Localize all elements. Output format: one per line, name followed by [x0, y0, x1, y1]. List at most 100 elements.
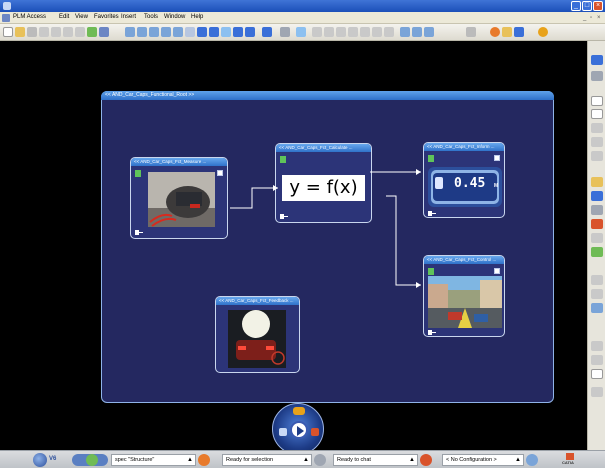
configuration-field[interactable]: < No Configuration > ▲ [442, 454, 524, 466]
folder-arrow-icon[interactable] [502, 27, 512, 37]
tree-icon[interactable] [412, 27, 422, 37]
render-style-icon[interactable] [221, 27, 231, 37]
menu-insert[interactable]: Insert [121, 14, 136, 20]
play-button[interactable] [290, 421, 308, 439]
flag-icon[interactable] [490, 27, 500, 37]
layout-icon[interactable] [262, 27, 272, 37]
swap-visible-space-icon[interactable] [245, 27, 255, 37]
menu-favorites[interactable]: Favorites [94, 14, 119, 20]
sun-icon[interactable] [538, 27, 548, 37]
flow-tool-icon[interactable] [591, 123, 603, 133]
dropdown-arrow-icon[interactable]: ▲ [409, 455, 415, 465]
chat-icon[interactable] [279, 428, 287, 436]
link-tool-icon[interactable] [591, 137, 603, 147]
note-tool-icon[interactable] [591, 369, 603, 379]
menu-plm-access[interactable]: PLM Access [13, 14, 46, 20]
rotate-icon[interactable] [149, 27, 159, 37]
update-icon[interactable] [87, 27, 97, 37]
cut-icon[interactable] [27, 27, 37, 37]
menu-help[interactable]: Help [191, 14, 203, 20]
dropdown-arrow-icon[interactable]: ▲ [303, 455, 309, 465]
instantiate-tool-icon[interactable] [591, 177, 603, 187]
menu-tools[interactable]: Tools [144, 14, 158, 20]
fit-all-icon[interactable] [125, 27, 135, 37]
expand-icon[interactable] [217, 170, 223, 176]
grid-icon[interactable] [424, 27, 434, 37]
main-toolbar [0, 24, 605, 41]
function-block-feedback[interactable]: << AND_Car_Caps_Fct_Feedback ... [215, 296, 300, 373]
port-icon[interactable] [312, 27, 322, 37]
menu-view[interactable]: View [75, 14, 88, 20]
normal-view-icon[interactable] [185, 27, 195, 37]
expand-icon[interactable] [494, 155, 500, 161]
interface-tool-icon[interactable] [591, 109, 603, 119]
chat-field[interactable]: Ready to chat ▲ [333, 454, 418, 466]
redo-icon[interactable] [75, 27, 85, 37]
help-icon[interactable] [526, 454, 538, 466]
connect-icon[interactable] [280, 27, 290, 37]
scissors-tool-icon[interactable] [591, 341, 603, 351]
people-icon[interactable] [293, 407, 305, 415]
share-icon[interactable] [311, 428, 319, 436]
function-tool-icon[interactable] [591, 55, 603, 65]
doc-close-icon[interactable]: × [597, 15, 601, 21]
group-icon[interactable] [348, 27, 358, 37]
zoom-in-icon[interactable] [161, 27, 171, 37]
arrow-tool-icon[interactable] [591, 191, 603, 201]
selection-field[interactable]: Ready for selection ▲ [222, 454, 312, 466]
pin-tool-icon[interactable] [591, 355, 603, 365]
compass-widget[interactable] [272, 403, 324, 455]
simulate-icon[interactable] [400, 27, 410, 37]
table-icon[interactable] [514, 27, 524, 37]
function-icon [280, 156, 286, 163]
undo-icon[interactable] [63, 27, 73, 37]
ungroup-icon[interactable] [360, 27, 370, 37]
root-function-title[interactable]: << AND_Car_Caps_Functional_Root >> [101, 91, 554, 100]
whats-this-icon[interactable] [99, 27, 109, 37]
hide-show-icon[interactable] [233, 27, 243, 37]
merge-tool-icon[interactable] [591, 233, 603, 243]
expand-icon[interactable] [494, 268, 500, 274]
paste-icon[interactable] [51, 27, 61, 37]
split-tool-icon[interactable] [591, 205, 603, 215]
options-icon[interactable] [466, 27, 476, 37]
function-block-measure[interactable]: << AND_Car_Caps_Fct_Measure ... [130, 157, 228, 239]
connect-tool-icon[interactable] [591, 151, 603, 161]
distribute-icon[interactable] [384, 27, 394, 37]
menu-edit[interactable]: Edit [59, 14, 69, 20]
copy-icon[interactable] [39, 27, 49, 37]
port-icon [280, 214, 288, 219]
menu-window[interactable]: Window [164, 14, 185, 20]
check-tool-icon[interactable] [591, 247, 603, 257]
spec-field[interactable]: spec "Structure" ▲ [111, 454, 196, 466]
open-folder-icon[interactable] [15, 27, 25, 37]
align-icon[interactable] [372, 27, 382, 37]
maximize-button[interactable]: □ [582, 1, 592, 11]
block-tool-icon[interactable] [591, 96, 603, 106]
port-tool-icon[interactable] [591, 71, 603, 81]
flow-icon[interactable] [296, 27, 306, 37]
minimize-button[interactable]: _ [571, 1, 581, 11]
port-icon [135, 230, 143, 235]
analysis-tool-icon[interactable] [591, 275, 603, 285]
layout-tool-icon[interactable] [591, 303, 603, 313]
close-button[interactable]: × [593, 1, 603, 11]
root-function-block[interactable] [101, 91, 554, 403]
dropdown-arrow-icon[interactable]: ▲ [187, 455, 193, 465]
function-icon[interactable] [336, 27, 346, 37]
new-file-icon[interactable] [3, 27, 13, 37]
function-block-control[interactable]: << AND_Car_Caps_Fct_Control ... [423, 255, 505, 337]
multi-view-icon[interactable] [197, 27, 207, 37]
doc-minimize-icon[interactable]: _ [583, 15, 586, 21]
delete-tool-icon[interactable] [591, 219, 603, 229]
function-block-inform[interactable]: << AND_Car_Caps_Fct_Inform ... 0.45 M [423, 142, 505, 218]
settings-tool-icon[interactable] [591, 387, 603, 397]
zoom-out-icon[interactable] [173, 27, 183, 37]
dropdown-arrow-icon[interactable]: ▲ [515, 455, 521, 465]
interface-icon[interactable] [324, 27, 334, 37]
views-icon[interactable] [209, 27, 219, 37]
doc-restore-icon[interactable]: ▫ [590, 15, 592, 21]
compare-tool-icon[interactable] [591, 289, 603, 299]
street-camera-image [428, 276, 502, 328]
pan-icon[interactable] [137, 27, 147, 37]
